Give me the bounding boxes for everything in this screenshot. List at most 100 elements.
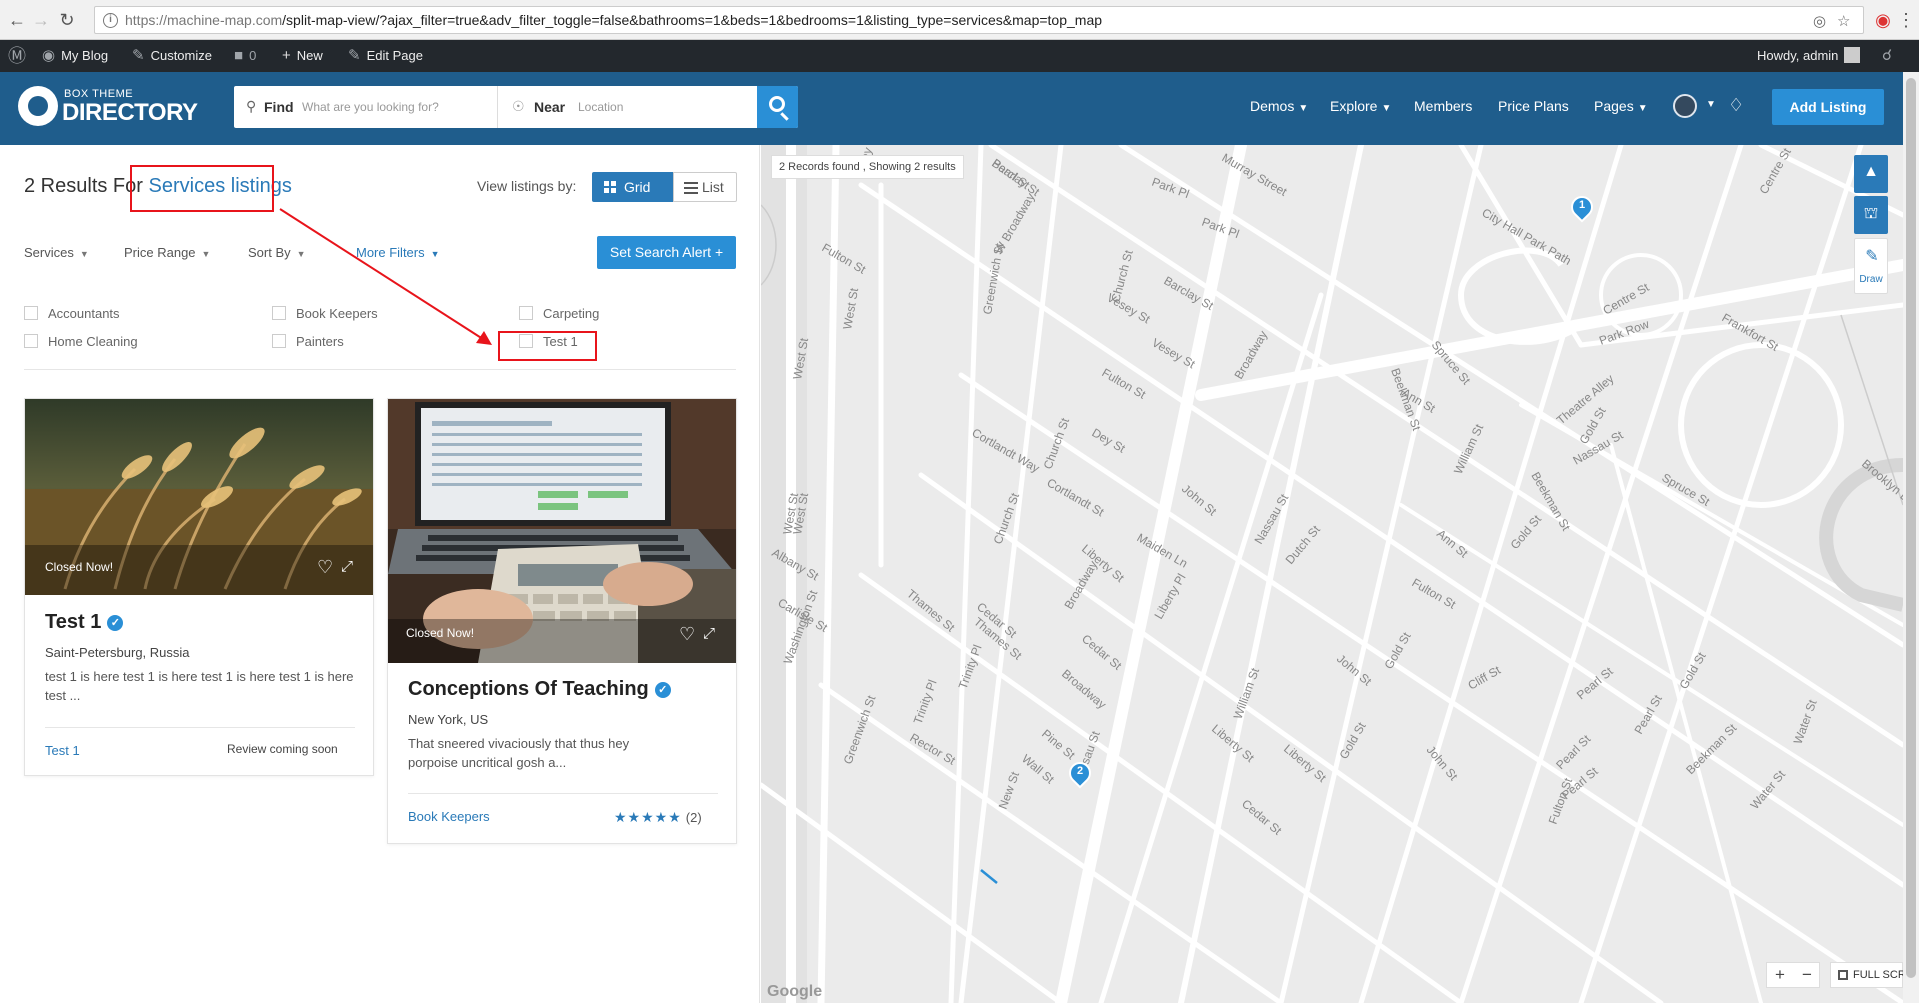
expand-icon[interactable]: ⤢ bbox=[703, 626, 719, 642]
bell-icon[interactable]: ♢ bbox=[1728, 95, 1744, 116]
arrow-up-icon: ▲ bbox=[1863, 163, 1879, 180]
logo-title: DIRECTORY bbox=[62, 99, 198, 126]
google-logo: Google bbox=[767, 983, 823, 1000]
reload-icon[interactable]: ↻ bbox=[56, 9, 78, 31]
chevron-down-icon: ▼ bbox=[1298, 103, 1309, 114]
back-icon[interactable]: ← bbox=[6, 9, 28, 31]
info-icon[interactable]: i bbox=[103, 13, 118, 28]
listing-location: Saint-Petersburg, Russia bbox=[45, 645, 190, 660]
star-icons: ★★★★★ bbox=[614, 809, 682, 825]
site-name: My Blog bbox=[61, 48, 109, 63]
magnifier-icon bbox=[769, 96, 785, 112]
nav-demos[interactable]: Demos ▼ bbox=[1250, 98, 1308, 114]
listings-panel: 2 Results For Services listings View lis… bbox=[0, 145, 760, 1003]
add-listing-button[interactable]: Add Listing bbox=[1772, 89, 1884, 125]
fullscreen-icon bbox=[1838, 970, 1848, 980]
avatar bbox=[1844, 47, 1861, 63]
map-canvas[interactable]: Barclay StMurray StreetPark PlPark PlVes… bbox=[761, 145, 1903, 1003]
find-placeholder: What are you looking for? bbox=[302, 100, 439, 114]
map-pin[interactable]: 2 bbox=[1064, 757, 1096, 789]
listing-category-link[interactable]: Book Keepers bbox=[408, 809, 490, 824]
search-icon: ⚲ bbox=[246, 98, 257, 114]
near-label: Near bbox=[534, 99, 566, 115]
user-avatar[interactable] bbox=[1673, 94, 1697, 118]
listing-card[interactable]: Closed Now! ♡ ⤢ Conceptions Of Teaching ✓… bbox=[387, 398, 737, 844]
listing-card[interactable]: Closed Now! ♡ ⤢ Test 1 ✓ Saint-Petersburg… bbox=[24, 398, 374, 776]
search-form: ⚲ Find What are you looking for? ☉ Near … bbox=[234, 86, 798, 128]
map[interactable]: Barclay StMurray StreetPark PlPark PlVes… bbox=[761, 145, 1903, 1003]
pin-number: 1 bbox=[1578, 199, 1586, 211]
edit-page-label: Edit Page bbox=[366, 48, 423, 63]
chevron-down-icon[interactable]: ▼ bbox=[1706, 99, 1716, 110]
new-label: New bbox=[296, 48, 323, 63]
annotation-arrow bbox=[279, 208, 492, 345]
chevron-down-icon: ▼ bbox=[1637, 103, 1648, 114]
brush-icon: ✎ bbox=[132, 47, 145, 64]
scrollbar-thumb[interactable] bbox=[1906, 78, 1916, 978]
page-scrollbar[interactable] bbox=[1903, 72, 1919, 1003]
listing-description: That sneered vivaciously that thus hey p… bbox=[408, 736, 630, 770]
divider bbox=[45, 727, 355, 728]
find-field[interactable]: ⚲ Find What are you looking for? bbox=[234, 86, 498, 128]
chevron-down-icon: ▼ bbox=[1381, 103, 1392, 114]
find-label: Find bbox=[264, 99, 294, 115]
listing-description: test 1 is here test 1 is here test 1 is … bbox=[45, 669, 354, 703]
listing-title[interactable]: Test 1 ✓ bbox=[45, 611, 124, 634]
divider bbox=[408, 793, 718, 794]
rating-count: (2) bbox=[685, 810, 702, 825]
listing-image[interactable]: Closed Now! ♡ ⤢ bbox=[25, 399, 373, 595]
records-count: 2 Records found , Showing 2 results bbox=[771, 155, 964, 179]
zoom-in-button[interactable]: + bbox=[1767, 965, 1793, 985]
pin-number: 2 bbox=[1076, 765, 1084, 777]
admin-bar-customize[interactable]: ✎ Customize bbox=[132, 40, 212, 72]
forward-icon[interactable]: → bbox=[30, 9, 52, 31]
pencil-icon: ✎ bbox=[348, 47, 361, 64]
verified-icon: ✓ bbox=[654, 682, 671, 698]
logo-mark-icon bbox=[18, 86, 58, 126]
lock-icon: ⛫ bbox=[1863, 205, 1879, 222]
open-status: Closed Now! bbox=[406, 626, 475, 640]
admin-bar-account[interactable]: Howdy, admin bbox=[1757, 40, 1861, 72]
expand-icon[interactable]: ⤢ bbox=[341, 559, 357, 575]
draw-button[interactable]: ✎ Draw bbox=[1854, 238, 1888, 294]
listing-title[interactable]: Conceptions Of Teaching ✓ bbox=[408, 678, 671, 701]
heart-icon[interactable]: ♡ bbox=[679, 625, 695, 643]
zoom-out-button[interactable]: − bbox=[1794, 965, 1820, 985]
search-button[interactable] bbox=[757, 86, 798, 128]
listing-location: New York, US bbox=[408, 712, 489, 727]
star-rating: ★★★★★ (2) bbox=[614, 809, 702, 826]
map-pin[interactable]: 1 bbox=[1566, 191, 1598, 223]
listing-category-link[interactable]: Test 1 bbox=[45, 743, 80, 758]
admin-bar-edit-page[interactable]: ✎ Edit Page bbox=[348, 40, 423, 72]
translate-icon[interactable]: ◎ bbox=[1813, 12, 1826, 30]
site-header: BOX THEME DIRECTORY ⚲ Find What are you … bbox=[0, 72, 1919, 145]
nav-members[interactable]: Members bbox=[1414, 98, 1472, 114]
extension-icon[interactable]: ◉ bbox=[1872, 9, 1894, 31]
fullscreen-button[interactable]: FULL SCREEN bbox=[1830, 962, 1903, 988]
dashboard-icon: ◉ bbox=[42, 47, 56, 64]
draw-label: Draw bbox=[1859, 274, 1883, 285]
menu-icon[interactable]: ⋮ bbox=[1895, 9, 1917, 31]
open-status: Closed Now! bbox=[45, 560, 114, 574]
address-bar[interactable]: i https://machine-map.com/split-map-view… bbox=[94, 6, 1864, 34]
customize-label: Customize bbox=[150, 48, 212, 63]
nav-pages[interactable]: Pages ▼ bbox=[1594, 98, 1648, 114]
geolocate-button[interactable]: ▲ bbox=[1854, 155, 1888, 193]
lock-button[interactable]: ⛫ bbox=[1854, 196, 1888, 234]
admin-search-icon[interactable]: ☌ bbox=[1882, 40, 1898, 72]
comments-count: 0 bbox=[249, 48, 257, 63]
admin-bar-site[interactable]: ◉ My Blog bbox=[42, 40, 108, 72]
greeting: Howdy, admin bbox=[1757, 48, 1839, 63]
review-status: Review coming soon bbox=[227, 742, 338, 756]
nav-explore[interactable]: Explore ▼ bbox=[1330, 98, 1391, 114]
heart-icon[interactable]: ♡ bbox=[317, 558, 333, 576]
admin-bar-new[interactable]: + New bbox=[282, 40, 323, 72]
near-field[interactable]: ☉ Near Location bbox=[498, 86, 756, 128]
bookmark-star-icon[interactable]: ☆ bbox=[1837, 12, 1850, 30]
listing-image[interactable]: Closed Now! ♡ ⤢ bbox=[388, 399, 736, 663]
wordpress-logo-icon[interactable]: Ⓜ bbox=[8, 40, 32, 72]
admin-bar-comments[interactable]: ■ 0 bbox=[234, 40, 256, 72]
zoom-control: + − bbox=[1766, 962, 1820, 988]
nav-price-plans[interactable]: Price Plans bbox=[1498, 98, 1569, 114]
plus-icon: + bbox=[282, 47, 291, 64]
